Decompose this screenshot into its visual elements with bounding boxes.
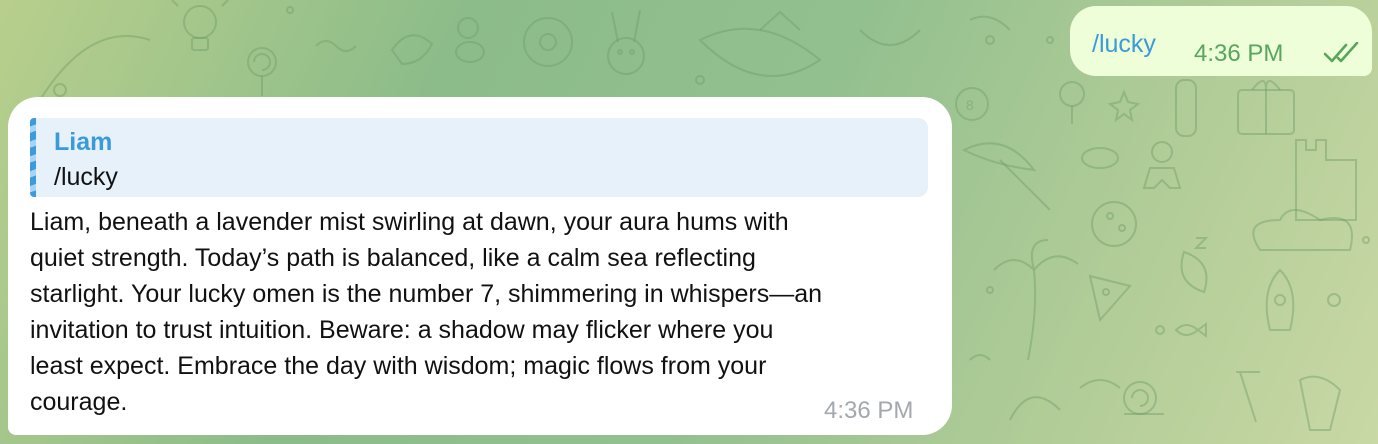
pizza-icon	[1088, 274, 1132, 323]
fish-icon	[1174, 322, 1207, 338]
umbrella-icon	[961, 142, 1051, 211]
outgoing-message-text: /lucky	[1092, 30, 1156, 58]
rabbit-icon	[607, 9, 645, 75]
message-line: quiet strength. Today’s path is balanced…	[30, 244, 756, 272]
palm-tree-icon	[993, 239, 1079, 361]
castle-icon	[1295, 139, 1357, 221]
star-icon	[1107, 89, 1141, 123]
message-line: starlight. Your lucky omen is the number…	[30, 280, 823, 308]
cloud-icon	[1252, 209, 1353, 251]
message-line: least expect. Embrace the day with wisdo…	[30, 352, 767, 380]
snail-icon	[1123, 381, 1164, 415]
sausage-icon	[390, 34, 434, 66]
incoming-message-time: 4:36 PM	[824, 397, 914, 424]
outgoing-message-bubble[interactable]: /lucky 4:36 PM	[1070, 6, 1372, 76]
gingerbread-icon	[1142, 141, 1182, 189]
donut-icon	[523, 17, 573, 67]
reply-quote-bar	[30, 118, 36, 197]
boat-icon	[698, 27, 822, 77]
bird-icon	[455, 17, 485, 63]
gift-icon	[1237, 80, 1295, 135]
billiard-ball-icon	[1091, 201, 1137, 247]
candle-icon	[1175, 79, 1197, 137]
reply-quoted-text: /lucky	[54, 163, 118, 191]
incoming-message-bubble[interactable]: Liam /lucky Liam, beneath a lavender mis…	[8, 97, 952, 435]
svg-text:8: 8	[966, 97, 974, 113]
message-line: Liam, beneath a lavender mist swirling a…	[30, 208, 789, 236]
reply-quote[interactable]: Liam /lucky	[30, 118, 928, 197]
moon-icon	[1180, 250, 1208, 294]
incoming-message-text: Liam, beneath a lavender mist swirling a…	[30, 204, 930, 420]
lollipop-icon	[247, 47, 277, 96]
rocket-icon	[1265, 268, 1295, 331]
lightbulb-icon	[171, 0, 229, 51]
message-line: invitation to trust intuition. Beware: a…	[30, 316, 774, 344]
reply-sender-name: Liam	[54, 128, 113, 156]
outgoing-message-time: 4:36 PM	[1194, 40, 1284, 67]
double-check-icon	[1323, 42, 1359, 63]
message-line: courage.	[30, 388, 128, 416]
fishing-rod-icon	[39, 35, 151, 101]
